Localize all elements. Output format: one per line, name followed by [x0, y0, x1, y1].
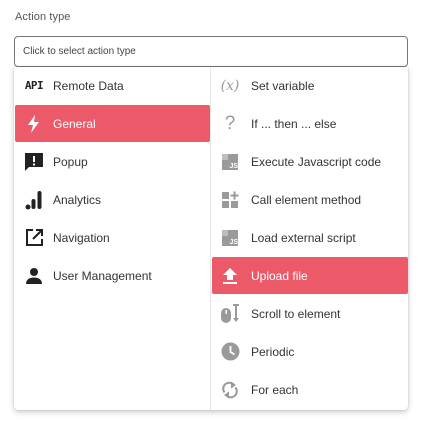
loop-arrows-icon: [219, 379, 241, 401]
action-label: If ... then ... else: [251, 116, 337, 131]
category-item-general[interactable]: General: [15, 105, 210, 142]
action-item-execute-javascript[interactable]: JS Execute Javascript code: [212, 143, 408, 180]
action-label: Upload file: [251, 268, 308, 283]
open-in-new-icon: [23, 227, 45, 249]
category-item-user-management[interactable]: User Management: [15, 257, 210, 294]
question-mark-icon-text: ?: [224, 112, 236, 134]
category-label: Navigation: [53, 230, 110, 245]
action-item-upload-file[interactable]: Upload file: [212, 257, 408, 294]
analytics-bars-icon: [23, 189, 45, 211]
action-label: Call element method: [251, 192, 362, 207]
variable-fx-icon-text: (x): [220, 77, 240, 94]
javascript-file-icon-text: JS: [230, 163, 239, 170]
category-item-navigation[interactable]: Navigation: [15, 219, 210, 256]
action-label: Scroll to element: [251, 306, 341, 321]
action-label: Periodic: [251, 344, 295, 359]
category-label: User Management: [53, 268, 152, 283]
action-type-placeholder: Click to select action type: [23, 46, 136, 57]
category-label: Popup: [53, 154, 88, 169]
action-item-for-each[interactable]: For each: [212, 371, 408, 408]
action-label: Set variable: [251, 78, 315, 93]
action-type-select[interactable]: Click to select action type: [14, 36, 408, 67]
category-item-popup[interactable]: Popup: [15, 143, 210, 180]
api-icon-text: API: [24, 79, 44, 92]
javascript-file-icon: JS: [219, 151, 241, 173]
category-list: API Remote Data General Popup Analytics …: [14, 67, 210, 410]
popup-alert-icon: [23, 151, 45, 173]
variable-fx-icon: (x): [219, 75, 241, 97]
api-icon: API: [23, 75, 45, 97]
action-type-dropdown: API Remote Data General Popup Analytics …: [14, 67, 408, 410]
action-list: (x) Set variable ? If ... then ... else …: [210, 67, 408, 410]
action-type-label: Action type: [15, 11, 71, 23]
action-label: Execute Javascript code: [251, 154, 382, 169]
action-item-load-external-script[interactable]: JS Load external script: [212, 219, 408, 256]
question-mark-icon: ?: [219, 113, 241, 135]
category-label: General: [53, 116, 96, 131]
lightning-icon: [23, 113, 45, 135]
category-item-analytics[interactable]: Analytics: [15, 181, 210, 218]
action-type-selector: Action type Click to select action type …: [0, 0, 423, 422]
element-method-icon: [219, 189, 241, 211]
action-item-periodic[interactable]: Periodic: [212, 333, 408, 370]
javascript-file-icon-text: JS: [230, 239, 239, 246]
action-item-set-variable[interactable]: (x) Set variable: [212, 67, 408, 104]
action-item-call-element-method[interactable]: Call element method: [212, 181, 408, 218]
action-label: For each: [251, 382, 299, 397]
upload-icon: [219, 265, 241, 287]
action-label: Load external script: [251, 230, 356, 245]
clock-icon: [219, 341, 241, 363]
scroll-mouse-icon: [219, 303, 241, 325]
category-label: Analytics: [53, 192, 102, 207]
category-label: Remote Data: [53, 78, 124, 93]
action-item-scroll-to-element[interactable]: Scroll to element: [212, 295, 408, 332]
person-icon: [23, 265, 45, 287]
category-item-remote-data[interactable]: API Remote Data: [15, 67, 210, 104]
javascript-file-icon: JS: [219, 227, 241, 249]
action-item-if-then-else[interactable]: ? If ... then ... else: [212, 105, 408, 142]
